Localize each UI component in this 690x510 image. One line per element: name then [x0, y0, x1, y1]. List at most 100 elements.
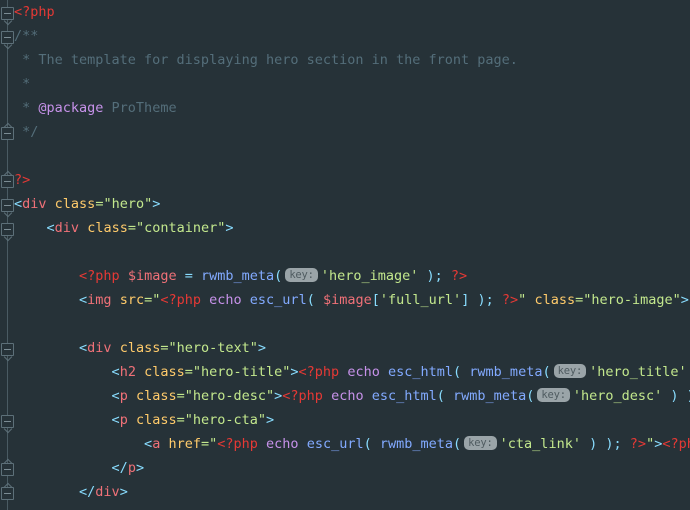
code-line[interactable]: * The template for displaying hero secti… [14, 48, 690, 72]
fold-toggle-3[interactable] [1, 175, 14, 188]
token-php: <?php [79, 268, 120, 284]
token-punct: < [111, 412, 120, 428]
token-tag: p [119, 412, 128, 428]
token-string: 'full_url' [379, 292, 462, 308]
fold-toggle-1[interactable] [1, 31, 14, 44]
token-php: ?> [629, 436, 647, 452]
fold-toggle-6[interactable] [1, 343, 14, 356]
token-php: ?> [14, 172, 31, 188]
code-line[interactable] [14, 240, 690, 264]
token-op: ( [306, 292, 315, 308]
parameter-hint-badge[interactable]: key: [537, 388, 570, 402]
token-op: ; [485, 292, 494, 308]
fold-toggle-0[interactable] [1, 7, 14, 20]
token-eq: " [646, 436, 655, 452]
token-op: ; [613, 436, 622, 452]
token-attr: class [135, 412, 177, 428]
code-line[interactable]: <img src="<?php echo esc_url( $image['fu… [14, 288, 690, 312]
fold-toggle-8[interactable] [1, 463, 14, 476]
token-punct: > [135, 460, 145, 476]
token-attr: class [87, 220, 128, 236]
token-punct: < [144, 436, 153, 452]
code-line[interactable]: </p> [14, 456, 690, 480]
token-op: ( [453, 364, 462, 380]
code-line[interactable]: </div> [14, 480, 690, 504]
token-comment: * [14, 100, 39, 116]
token-op: ( [363, 436, 372, 452]
token-attr: class [534, 292, 576, 308]
token-punct: > [225, 220, 234, 236]
code-line[interactable]: <h2 class="hero-title"><?php echo esc_ht… [14, 360, 690, 384]
fold-toggle-2[interactable] [1, 127, 14, 140]
code-editor-surface[interactable]: <?php/** * The template for displaying h… [0, 0, 690, 510]
code-line[interactable]: /** [14, 24, 690, 48]
token-attr: class [119, 340, 161, 356]
code-line[interactable]: <p class="hero-desc"><?php echo esc_html… [14, 384, 690, 408]
token-punct: > [680, 292, 689, 308]
code-line[interactable]: <a href="<?php echo esc_url( rwmb_meta(k… [14, 432, 690, 456]
token-eq: ="hero-cta" [176, 412, 267, 428]
token-punct: </ [79, 484, 96, 500]
token-op: ) [589, 436, 598, 452]
code-line[interactable]: <div class="container"> [14, 216, 690, 240]
code-line[interactable]: <?php [14, 0, 690, 24]
token-eq: ="hero" [95, 196, 153, 212]
token-kw: echo [347, 364, 380, 380]
token-fn: rwmb_meta [469, 364, 543, 380]
code-line[interactable] [14, 144, 690, 168]
token-punct: < [111, 364, 120, 380]
token-punct: < [111, 388, 120, 404]
token-eq: ="container" [127, 220, 226, 236]
token-op: [ [371, 292, 380, 308]
token-fn: esc_url [306, 436, 364, 452]
token-eq: ="hero-desc" [176, 388, 275, 404]
token-op: ( [274, 268, 283, 284]
code-line[interactable]: * [14, 72, 690, 96]
parameter-hint-badge[interactable]: key: [464, 436, 497, 450]
code-line[interactable]: <div class="hero-text"> [14, 336, 690, 360]
token-string: 'cta_link' [499, 436, 581, 452]
token-php: ?> [450, 268, 468, 284]
code-line[interactable]: * @package ProTheme [14, 96, 690, 120]
fold-toggle-7[interactable] [1, 415, 14, 428]
token-tag: h2 [119, 364, 136, 380]
token-comment: */ [14, 124, 39, 140]
token-attr: class [54, 196, 96, 212]
token-op: ( [542, 364, 551, 380]
code-line[interactable]: */ [14, 120, 690, 144]
token-tag: div [95, 484, 120, 500]
code-line[interactable] [14, 312, 690, 336]
code-line[interactable]: <?php $image = rwmb_meta(key:'hero_image… [14, 264, 690, 288]
parameter-hint-badge[interactable]: key: [285, 268, 318, 282]
fold-toggle-4[interactable] [1, 199, 14, 212]
token-tag: p [119, 388, 128, 404]
parameter-hint-badge[interactable]: key: [553, 364, 587, 378]
code-line[interactable]: <div class="hero"> [14, 192, 690, 216]
code-line[interactable]: <p class="hero-cta"> [14, 408, 690, 432]
token-kw: echo [209, 292, 242, 308]
token-tag: div [87, 340, 112, 356]
fold-toggle-5[interactable] [1, 223, 14, 236]
token-php: ?> [501, 292, 519, 308]
fold-toggle-9[interactable] [1, 487, 14, 500]
token-fn: esc_url [249, 292, 307, 308]
code-text-area[interactable]: <?php/** * The template for displaying h… [14, 0, 690, 510]
code-line[interactable]: ?> [14, 168, 690, 192]
token-kw: echo [331, 388, 364, 404]
